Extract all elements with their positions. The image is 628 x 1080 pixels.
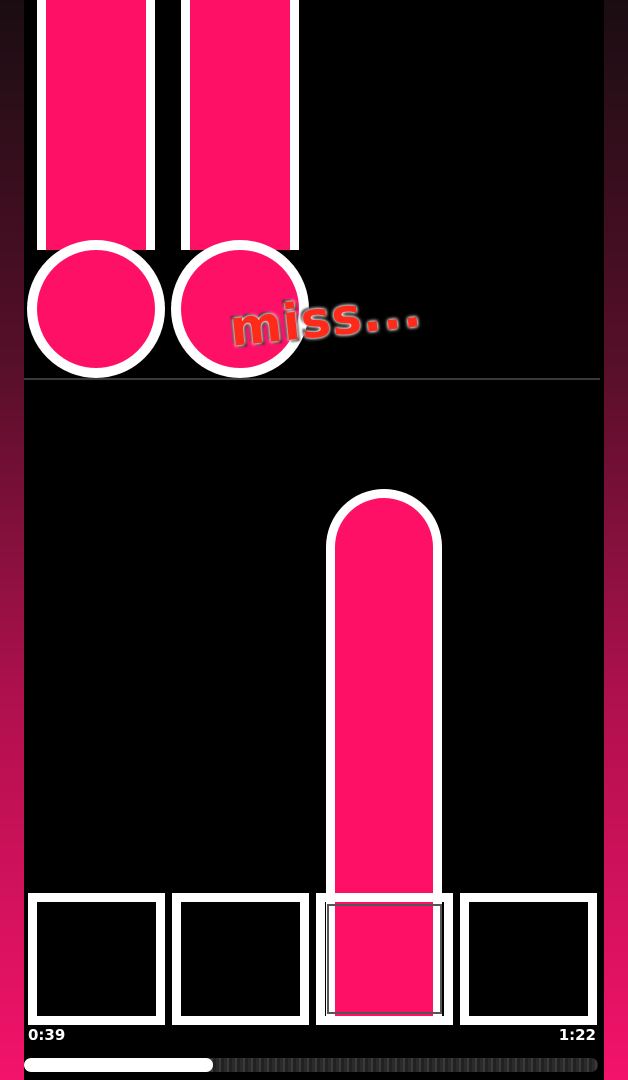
lane-3-receptor-inner-frame [327, 904, 442, 1014]
game-screen: miss... 0:39 1:22 [0, 0, 628, 1080]
lane-3-receptor[interactable] [316, 893, 453, 1025]
left-gradient-border [0, 0, 24, 1080]
lane-4-receptor[interactable] [460, 893, 597, 1025]
elapsed-time: 0:39 [28, 1026, 66, 1044]
song-progress-fill [24, 1058, 214, 1072]
total-time: 1:22 [558, 1026, 596, 1044]
lane-1-receptor[interactable] [28, 893, 165, 1025]
lane-2-hold-note-body [181, 0, 299, 250]
lane-2-receptor[interactable] [172, 893, 309, 1025]
lane-1-note-head [27, 240, 165, 378]
right-gradient-border [604, 0, 628, 1080]
lane-1-hold-note-body [37, 0, 155, 250]
song-progress-bar[interactable] [24, 1058, 598, 1072]
judgement-line [24, 378, 600, 380]
